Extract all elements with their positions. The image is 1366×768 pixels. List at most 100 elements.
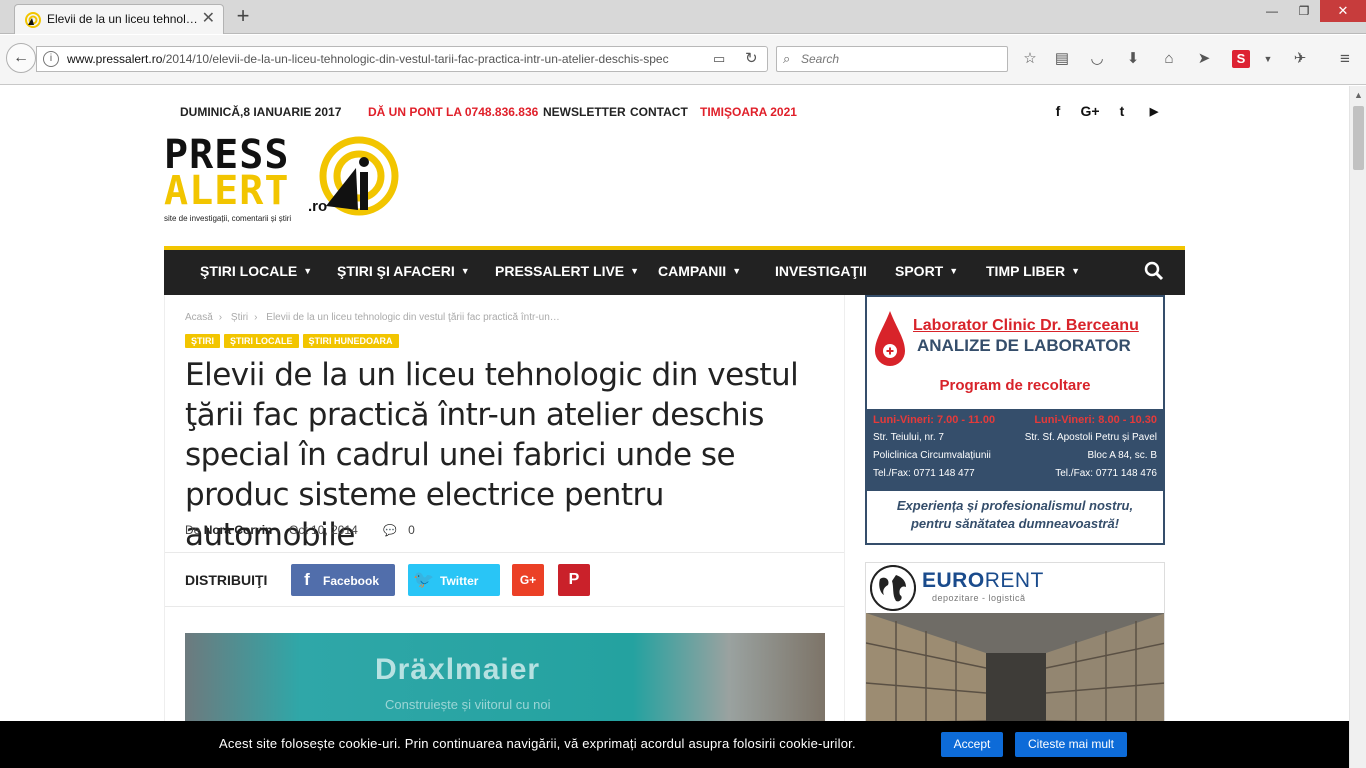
pinterest-icon: P: [568, 571, 580, 588]
share-pinterest-button[interactable]: P: [558, 564, 590, 596]
back-button[interactable]: ←: [6, 43, 36, 73]
scroll-up-icon[interactable]: ▲: [1354, 90, 1363, 100]
share-twitter-button[interactable]: 🐦 Twitter: [408, 564, 500, 596]
extension-s-icon[interactable]: S: [1232, 50, 1250, 68]
search-placeholder: Search: [801, 52, 840, 66]
tip-link[interactable]: DĂ UN PONT LA 0748.836.836: [368, 105, 538, 119]
close-tab-icon[interactable]: ✕: [202, 9, 215, 29]
extension-dropdown-icon[interactable]: ▼: [1258, 49, 1278, 69]
cookie-accept-button[interactable]: Accept: [941, 732, 1003, 757]
globe-icon: [870, 565, 916, 611]
comment-icon[interactable]: 💬: [383, 524, 397, 537]
vertical-scrollbar[interactable]: ▲: [1349, 86, 1366, 768]
address-bar[interactable]: i www.pressalert.ro/2014/10/elevii-de-la…: [36, 46, 768, 72]
category-tag[interactable]: ŞTIRI HUNEDOARA: [302, 334, 399, 348]
close-window-button[interactable]: ✕: [1320, 0, 1366, 22]
facebook-icon[interactable]: f: [1049, 103, 1067, 119]
comment-count[interactable]: 0: [408, 523, 415, 537]
timisoara-2021-link[interactable]: TIMIŞOARA 2021: [700, 105, 797, 119]
footer-line: pentru sănătatea dumneavoastră!: [910, 516, 1120, 531]
downloads-icon[interactable]: ⬇: [1123, 49, 1143, 69]
hours: Luni-Vineri: 8.00 - 10.30: [1034, 414, 1157, 426]
reading-list-icon[interactable]: ▤: [1052, 49, 1072, 69]
menu-campanii[interactable]: CAMPANII ▼: [658, 263, 741, 279]
brand-part: RENT: [984, 569, 1044, 592]
cookie-read-more-button[interactable]: Citeste mai mult: [1015, 732, 1127, 757]
current-date: DUMINICĂ,8 IANUARIE 2017: [180, 105, 342, 119]
address-line: Bloc A 84, sc. B: [1087, 450, 1157, 461]
menu-label: PRESSALERT LIVE: [495, 263, 625, 279]
menu-pressalert-live[interactable]: PRESSALERT LIVE ▼: [495, 263, 639, 279]
google-plus-icon: G+: [519, 573, 537, 587]
menu-label: ŞTIRI LOCALE: [200, 263, 298, 279]
hamburger-menu-icon[interactable]: ≡: [1335, 49, 1355, 69]
breadcrumb-home[interactable]: Acasă: [185, 312, 213, 323]
ad-lab-subtitle: ANALIZE DE LABORATOR: [917, 336, 1131, 355]
reader-view-icon[interactable]: ▭: [713, 51, 725, 67]
new-tab-button[interactable]: +: [232, 4, 254, 28]
minimize-window-button[interactable]: —: [1256, 0, 1288, 22]
menu-investigatii[interactable]: INVESTIGAŢII: [775, 263, 867, 279]
chevron-down-icon: ▼: [732, 266, 742, 276]
menu-sport[interactable]: SPORT ▼: [895, 263, 958, 279]
blood-drop-icon: [875, 311, 905, 366]
ad-lab-footer: Experiența și profesionalismul nostru, p…: [867, 497, 1163, 533]
footer-line: Experiența și profesionalismul nostru,: [896, 498, 1134, 513]
category-tag[interactable]: ŞTIRI: [185, 334, 221, 348]
ad-lab-title: Laborator Clinic Dr. Berceanu: [913, 317, 1139, 334]
phone-line: Tel./Fax: 0771 148 477: [873, 468, 975, 479]
search-icon[interactable]: [1144, 261, 1164, 281]
breadcrumb: Acasă › Știri › Elevii de la un liceu tehn…: [185, 312, 566, 323]
reload-icon[interactable]: ↻: [745, 49, 758, 67]
category-tag[interactable]: ŞTIRI LOCALE: [224, 334, 299, 348]
menu-timp-liber[interactable]: TIMP LIBER ▼: [986, 263, 1080, 279]
share-facebook-button[interactable]: f Facebook: [291, 564, 395, 596]
ad-lab-locations: Luni-Vineri: 7.00 - 11.00 Str. Teiului, …: [867, 409, 1163, 491]
article-date: Oct 10, 2014: [289, 523, 358, 537]
contact-link[interactable]: CONTACT: [630, 105, 688, 119]
breadcrumb-stiri[interactable]: Știri: [231, 312, 248, 323]
browser-tab-active[interactable]: Elevii de la un liceu tehnol… ✕: [14, 4, 224, 34]
search-box[interactable]: ⌕ Search: [776, 46, 1008, 72]
google-plus-icon[interactable]: G+: [1079, 103, 1101, 119]
share-label: DISTRIBUIŢI: [185, 572, 268, 588]
author-link[interactable]: Nora Corvin: [204, 523, 273, 537]
category-tags: ŞTIRI ŞTIRI LOCALE ŞTIRI HUNEDOARA: [185, 331, 403, 349]
browser-tab-strip: Elevii de la un liceu tehnol… ✕ + — ❐ ✕: [0, 0, 1366, 34]
facebook-icon: f: [304, 570, 310, 589]
scroll-thumb[interactable]: [1353, 106, 1364, 170]
url-text: www.pressalert.ro/2014/10/elevii-de-la-u…: [67, 52, 687, 66]
twitter-icon: 🐦: [413, 570, 435, 589]
twitter-icon[interactable]: t: [1113, 103, 1131, 119]
extension-bug-icon[interactable]: ✈: [1290, 49, 1310, 69]
menu-label: CAMPANII: [658, 263, 727, 279]
newsletter-link[interactable]: NEWSLETTER: [543, 105, 626, 119]
menu-label: ŞTIRI ŞI AFACERI: [337, 263, 455, 279]
divider: [165, 552, 844, 553]
breadcrumb-separator: ›: [254, 312, 258, 323]
bookmark-star-icon[interactable]: ☆: [1020, 49, 1040, 69]
main-navigation: ŞTIRI LOCALE ▼ ŞTIRI ŞI AFACERI ▼ PRESSALE…: [164, 246, 1185, 295]
ad-lab-location-right: Luni-Vineri: 8.00 - 10.30 Str. Sf. Apost…: [1025, 411, 1157, 483]
by-label: De: [185, 523, 201, 537]
maximize-window-button[interactable]: ❐: [1288, 0, 1320, 22]
share-facebook-label: Facebook: [323, 574, 380, 588]
ad-laborator-clinic[interactable]: Laborator Clinic Dr. Berceanu ANALIZE DE…: [865, 295, 1165, 545]
article-column: Acasă › Știri › Elevii de la un liceu tehn…: [164, 295, 845, 768]
share-google-plus-button[interactable]: G+: [512, 564, 544, 596]
eurorent-brand: EURORENT: [922, 569, 1044, 593]
breadcrumb-separator: ›: [218, 312, 223, 323]
menu-stiri-si-afaceri[interactable]: ŞTIRI ŞI AFACERI ▼: [337, 263, 470, 279]
site-info-icon[interactable]: i: [43, 51, 59, 67]
chevron-down-icon: ▼: [949, 266, 959, 276]
youtube-icon[interactable]: ▶: [1145, 105, 1163, 118]
site-logo[interactable]: PRESS ALERT .ro site de investigații, co…: [164, 134, 404, 226]
cookie-consent-bar: Acest site folosește cookie-uri. Prin co…: [0, 721, 1349, 768]
pocket-icon[interactable]: ◡: [1087, 49, 1107, 69]
tab-title: Elevii de la un liceu tehnol…: [47, 12, 197, 26]
menu-stiri-locale[interactable]: ŞTIRI LOCALE ▼: [200, 263, 312, 279]
menu-label: SPORT: [895, 263, 944, 279]
pressalert-favicon-icon: [25, 12, 41, 28]
home-icon[interactable]: ⌂: [1159, 49, 1179, 69]
send-icon[interactable]: ➤: [1194, 49, 1214, 69]
